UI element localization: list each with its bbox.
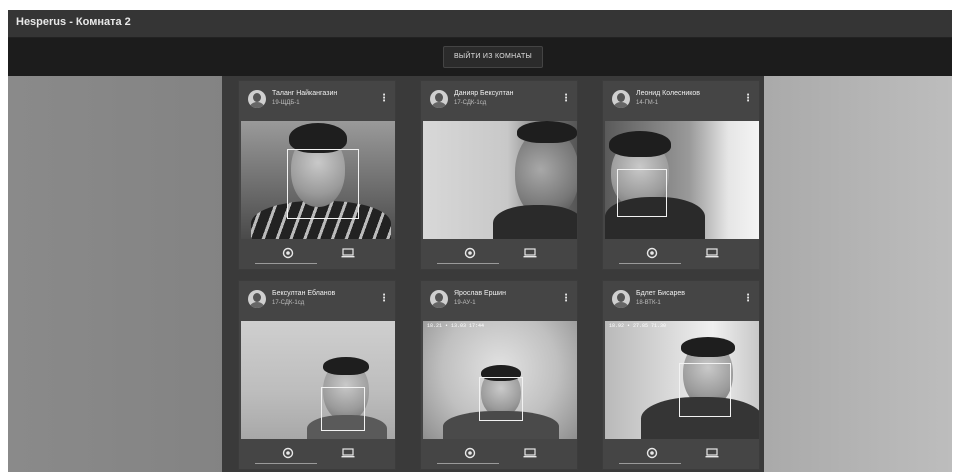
participant-name: Бексултан Ебланов bbox=[272, 290, 336, 297]
participant-card: Леонид Колесников 14-ГМ-1 ⋮ bbox=[602, 80, 760, 270]
camera-toggle-icon[interactable] bbox=[281, 447, 295, 459]
avatar bbox=[612, 290, 630, 308]
participant-group: 14-ГМ-1 bbox=[636, 100, 659, 106]
participant-name: Таланг Найкангазин bbox=[272, 90, 338, 97]
participant-header: Бдлет Бисарев 18-ВТК-1 ⋮ bbox=[603, 281, 759, 319]
participant-card: Бексултан Ебланов 17-СДК-1сд ⋮ bbox=[238, 280, 396, 470]
participant-video bbox=[605, 121, 759, 239]
screen-share-icon[interactable] bbox=[341, 247, 355, 259]
participant-header: Бексултан Ебланов 17-СДК-1сд ⋮ bbox=[239, 281, 395, 319]
video-overlay-text: 18.21 • 13.03 17:44 bbox=[427, 323, 485, 329]
participant-video bbox=[423, 121, 577, 239]
participant-group: 18-ВТК-1 bbox=[636, 300, 661, 306]
participant-video bbox=[241, 321, 395, 439]
kebab-menu-icon[interactable]: ⋮ bbox=[561, 92, 571, 106]
participant-card: Бдлет Бисарев 18-ВТК-1 ⋮ 18.92 • 27.85 7… bbox=[602, 280, 760, 470]
participant-controls bbox=[239, 243, 395, 269]
participant-name: Ярослав Ершин bbox=[454, 290, 506, 297]
divider bbox=[255, 263, 317, 264]
title-bar: Hesperus - Комната 2 bbox=[8, 10, 952, 38]
participant-header: Данияр Бексултан 17-СДК-1сд ⋮ bbox=[421, 81, 577, 119]
divider bbox=[437, 463, 499, 464]
participant-controls bbox=[239, 443, 395, 469]
participant-name: Данияр Бексултан bbox=[454, 90, 514, 97]
screen-share-icon[interactable] bbox=[705, 447, 719, 459]
screen-share-icon[interactable] bbox=[705, 247, 719, 259]
app-window: Hesperus - Комната 2 ВЫЙТИ ИЗ КОМНАТЫ Та… bbox=[8, 10, 952, 472]
avatar bbox=[248, 90, 266, 108]
kebab-menu-icon[interactable]: ⋮ bbox=[743, 292, 753, 306]
avatar bbox=[430, 90, 448, 108]
divider bbox=[619, 463, 681, 464]
top-toolbar: ВЫЙТИ ИЗ КОМНАТЫ bbox=[8, 38, 952, 76]
participant-card: Таланг Найкангазин 19-ЩДБ-1 ⋮ bbox=[238, 80, 396, 270]
camera-toggle-icon[interactable] bbox=[463, 247, 477, 259]
participant-video bbox=[241, 121, 395, 239]
window-title: Hesperus - Комната 2 bbox=[16, 16, 131, 28]
avatar bbox=[248, 290, 266, 308]
screen-share-icon[interactable] bbox=[523, 447, 537, 459]
participant-controls bbox=[603, 443, 759, 469]
divider bbox=[619, 263, 681, 264]
exit-room-button[interactable]: ВЫЙТИ ИЗ КОМНАТЫ bbox=[443, 46, 543, 68]
camera-toggle-icon[interactable] bbox=[463, 447, 477, 459]
participant-video: 18.21 • 13.03 17:44 bbox=[423, 321, 577, 439]
main-content: Таланг Найкангазин 19-ЩДБ-1 ⋮ Данияр Бек… bbox=[8, 76, 952, 472]
kebab-menu-icon[interactable]: ⋮ bbox=[743, 92, 753, 106]
divider bbox=[255, 463, 317, 464]
divider bbox=[437, 263, 499, 264]
participant-card: Ярослав Ершин 19-АУ-1 ⋮ 18.21 • 13.03 17… bbox=[420, 280, 578, 470]
camera-toggle-icon[interactable] bbox=[645, 247, 659, 259]
participant-group: 19-ЩДБ-1 bbox=[272, 100, 300, 106]
kebab-menu-icon[interactable]: ⋮ bbox=[379, 292, 389, 306]
participants-grid: Таланг Найкангазин 19-ЩДБ-1 ⋮ Данияр Бек… bbox=[222, 76, 764, 472]
video-overlay-text: 18.92 • 27.85 71.30 bbox=[609, 323, 667, 329]
kebab-menu-icon[interactable]: ⋮ bbox=[561, 292, 571, 306]
participant-group: 17-СДК-1сд bbox=[454, 100, 487, 106]
camera-toggle-icon[interactable] bbox=[281, 247, 295, 259]
participant-controls bbox=[421, 443, 577, 469]
participant-name: Бдлет Бисарев bbox=[636, 290, 685, 297]
screen-share-icon[interactable] bbox=[341, 447, 355, 459]
kebab-menu-icon[interactable]: ⋮ bbox=[379, 92, 389, 106]
participant-header: Леонид Колесников 14-ГМ-1 ⋮ bbox=[603, 81, 759, 119]
participant-video: 18.92 • 27.85 71.30 bbox=[605, 321, 759, 439]
participant-header: Таланг Найкангазин 19-ЩДБ-1 ⋮ bbox=[239, 81, 395, 119]
participant-group: 19-АУ-1 bbox=[454, 300, 476, 306]
participant-controls bbox=[421, 243, 577, 269]
participant-header: Ярослав Ершин 19-АУ-1 ⋮ bbox=[421, 281, 577, 319]
participant-group: 17-СДК-1сд bbox=[272, 300, 305, 306]
participant-card: Данияр Бексултан 17-СДК-1сд ⋮ bbox=[420, 80, 578, 270]
camera-toggle-icon[interactable] bbox=[645, 447, 659, 459]
participant-name: Леонид Колесников bbox=[636, 90, 701, 97]
screen-share-icon[interactable] bbox=[523, 247, 537, 259]
avatar bbox=[430, 290, 448, 308]
participant-controls bbox=[603, 243, 759, 269]
avatar bbox=[612, 90, 630, 108]
